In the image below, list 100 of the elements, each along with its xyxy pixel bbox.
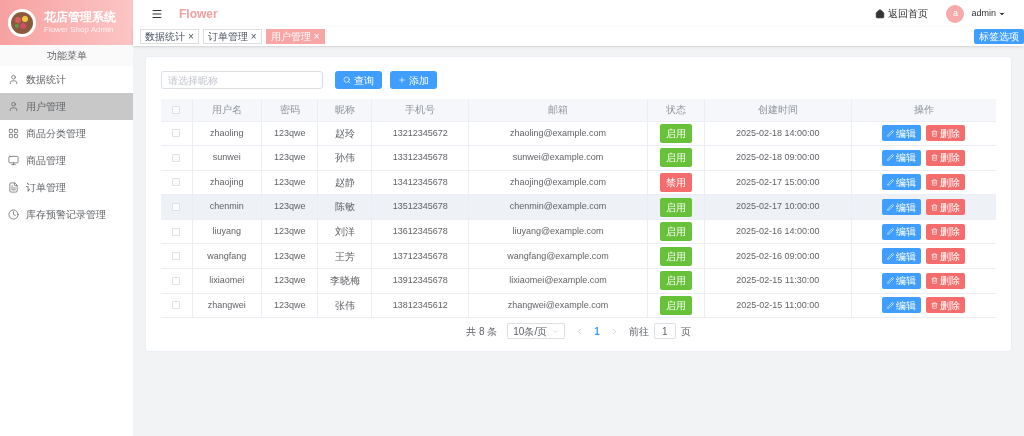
sidebar-item[interactable]: 订单管理: [0, 174, 133, 201]
row-checkbox[interactable]: [172, 129, 181, 138]
status-tag: 启用: [659, 295, 692, 315]
table-cell: 123qwe: [273, 299, 306, 310]
user-icon: [8, 101, 19, 112]
app-title: 花店管理系统: [44, 10, 116, 25]
pencil-icon: [887, 252, 895, 260]
table-cell: 孙伟: [334, 152, 355, 164]
row-checkbox[interactable]: [172, 301, 181, 310]
row-checkbox[interactable]: [172, 178, 181, 187]
pencil-icon: [887, 277, 895, 285]
edit-button[interactable]: 编辑: [882, 297, 922, 314]
table-cell: liuyang@example.com: [512, 225, 604, 236]
pencil-icon: [887, 203, 895, 211]
column-header: 密码: [279, 104, 300, 115]
row-checkbox[interactable]: [172, 252, 181, 261]
column-header: 操作: [913, 104, 934, 115]
delete-button[interactable]: 删除: [926, 297, 966, 314]
delete-button[interactable]: 删除: [926, 199, 966, 216]
clock-icon: [8, 209, 19, 220]
column-header: 用户名: [211, 104, 242, 115]
table-cell: lixiaomei: [209, 275, 245, 286]
tab-options-button[interactable]: 标签选项: [974, 29, 1024, 44]
page-tab[interactable]: 数据统计 ×: [140, 29, 199, 44]
brand-title: Flower: [179, 5, 218, 23]
table-cell: 2025-02-16 09:00:00: [735, 250, 820, 261]
menu-icon[interactable]: [151, 7, 163, 20]
edit-button[interactable]: 编辑: [882, 272, 922, 289]
table-cell: 2025-02-17 15:00:00: [735, 176, 820, 187]
status-tag: 启用: [659, 148, 692, 168]
row-checkbox[interactable]: [172, 153, 181, 162]
table-cell: 李晓梅: [329, 275, 360, 287]
delete-button[interactable]: 删除: [926, 272, 966, 289]
delete-button[interactable]: 删除: [926, 125, 966, 142]
user-name[interactable]: admin: [971, 6, 996, 21]
table-cell: zhangwei@example.com: [507, 299, 609, 310]
delete-button[interactable]: 删除: [926, 174, 966, 191]
page-tab[interactable]: 订单管理 ×: [202, 29, 262, 44]
table-cell: 13712345678: [392, 250, 448, 261]
trash-icon: [931, 228, 939, 236]
monitor-icon: [8, 155, 19, 166]
sidebar-item[interactable]: 用户管理: [0, 93, 133, 120]
table-cell: zhaojing: [209, 176, 244, 187]
grid-icon: [8, 128, 19, 139]
row-checkbox[interactable]: [172, 276, 181, 285]
table-cell: 123qwe: [273, 250, 306, 261]
column-header: 状态: [665, 104, 686, 115]
edit-button[interactable]: 编辑: [882, 125, 922, 142]
table-cell: zhaoling: [209, 127, 244, 138]
pencil-icon: [887, 129, 895, 137]
table-cell: chenmin@example.com: [509, 201, 607, 212]
status-tag: 启用: [659, 123, 692, 143]
query-button[interactable]: 查询: [335, 71, 382, 89]
delete-button[interactable]: 删除: [926, 223, 966, 240]
row-checkbox[interactable]: [172, 227, 181, 236]
user-avatar[interactable]: a: [946, 4, 965, 23]
page-unit: 页: [680, 324, 691, 339]
table-cell: 13612345678: [392, 225, 448, 236]
table-cell: sunwei: [212, 152, 241, 163]
home-link[interactable]: 返回首页: [888, 6, 929, 21]
table-cell: 2025-02-18 14:00:00: [735, 127, 820, 138]
page-number[interactable]: 1: [594, 323, 600, 339]
sidebar-item[interactable]: 商品管理: [0, 147, 133, 174]
pencil-icon: [887, 154, 895, 162]
table-cell: liuyang: [212, 225, 241, 236]
add-button[interactable]: 添加: [390, 71, 437, 89]
pencil-icon: [887, 228, 895, 236]
table-cell: zhaojing@example.com: [509, 176, 607, 187]
document-icon: [8, 182, 19, 193]
table-cell: 2025-02-15 11:00:00: [736, 299, 820, 310]
sidebar-item[interactable]: 库存预警记录管理: [0, 201, 133, 228]
table-cell: chenmin: [209, 201, 244, 212]
edit-button[interactable]: 编辑: [882, 248, 922, 265]
table-cell: 123qwe: [273, 275, 306, 286]
edit-button[interactable]: 编辑: [882, 149, 922, 166]
status-tag: 启用: [659, 271, 692, 291]
pencil-icon: [887, 179, 895, 186]
table-cell: lixiaomei@example.com: [509, 275, 607, 286]
user-icon: [8, 74, 19, 85]
table-cell: 123qwe: [273, 176, 306, 187]
table-cell: 123qwe: [273, 201, 306, 212]
select-all-checkbox[interactable]: [172, 105, 181, 114]
sidebar-item[interactable]: 数据统计: [0, 66, 133, 93]
page-size-select[interactable]: 10条/页: [507, 323, 566, 340]
edit-button[interactable]: 编辑: [882, 199, 922, 216]
column-header: 昵称: [334, 104, 355, 115]
sidebar-item[interactable]: 商品分类管理: [0, 120, 133, 147]
delete-button[interactable]: 删除: [926, 149, 966, 166]
status-tag: 启用: [659, 222, 692, 242]
edit-button[interactable]: 编辑: [882, 174, 922, 191]
table-cell: zhangwei: [207, 299, 246, 310]
edit-button[interactable]: 编辑: [882, 223, 922, 240]
page-tab[interactable]: 用户管理 ×: [265, 29, 325, 44]
goto-page-field[interactable]: 1: [653, 323, 676, 340]
row-checkbox[interactable]: [172, 202, 181, 211]
delete-button[interactable]: 删除: [926, 248, 966, 265]
column-header: 手机号: [405, 104, 436, 115]
table-cell: 刘洋: [334, 225, 355, 237]
table-cell: 123qwe: [273, 225, 306, 236]
table-cell: 13312345678: [392, 152, 448, 163]
